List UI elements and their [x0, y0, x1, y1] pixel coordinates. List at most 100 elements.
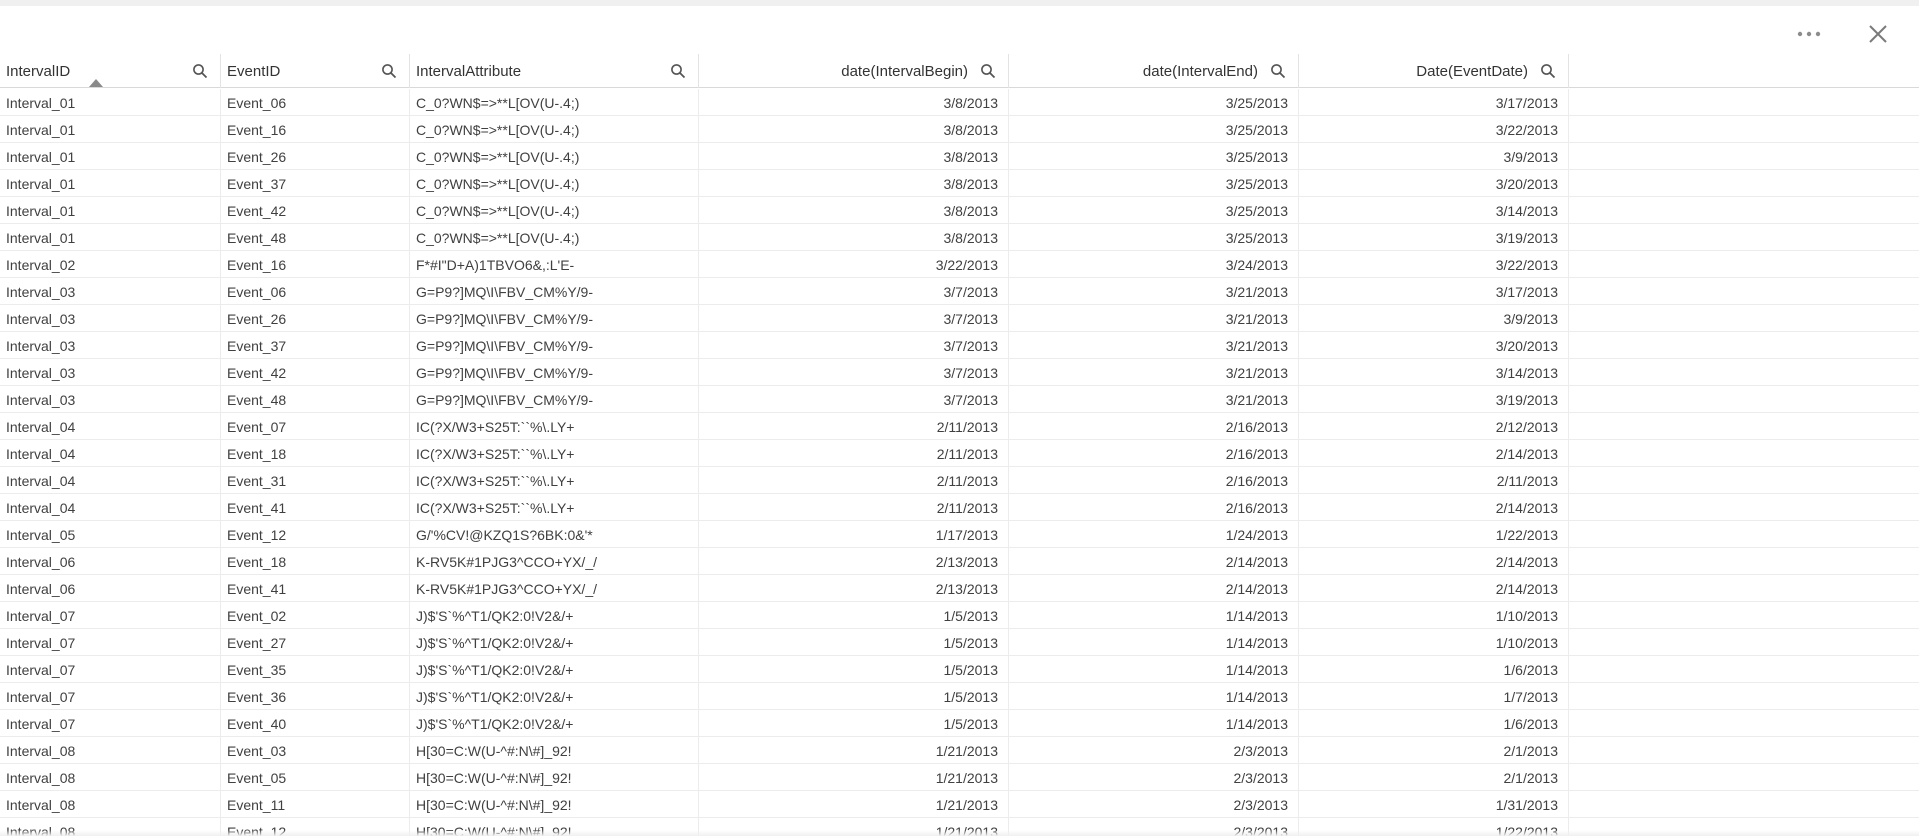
column-header-interval-begin[interactable]: date(IntervalBegin) [699, 54, 1009, 88]
search-icon[interactable] [379, 61, 399, 81]
cell-event-id[interactable]: Event_26 [221, 143, 410, 170]
cell-event-date[interactable]: 1/31/2013 [1299, 791, 1569, 818]
table-row[interactable]: Interval_08 Event_03 H[30=C:W(U-^#:N\#]_92… [0, 737, 1919, 764]
cell-event-id[interactable]: Event_03 [221, 737, 410, 764]
column-header-interval-end[interactable]: date(IntervalEnd) [1009, 54, 1299, 88]
table-row[interactable]: Interval_01 Event_26 C_0?WN$=>**L[OV(U-.4;… [0, 143, 1919, 170]
cell-interval-attribute[interactable]: K-RV5K#1PJG3^CCO+YX/_/ [410, 575, 699, 602]
cell-event-date[interactable]: 2/14/2013 [1299, 440, 1569, 467]
cell-event-date[interactable]: 3/14/2013 [1299, 197, 1569, 224]
cell-event-id[interactable]: Event_35 [221, 656, 410, 683]
cell-interval-id[interactable]: Interval_06 [0, 548, 221, 575]
cell-interval-attribute[interactable]: C_0?WN$=>**L[OV(U-.4;) [410, 224, 699, 251]
cell-event-id[interactable]: Event_27 [221, 629, 410, 656]
cell-interval-id[interactable]: Interval_07 [0, 683, 221, 710]
cell-event-id[interactable]: Event_36 [221, 683, 410, 710]
search-icon[interactable] [190, 61, 210, 81]
cell-interval-id[interactable]: Interval_01 [0, 197, 221, 224]
cell-interval-begin[interactable]: 2/11/2013 [699, 467, 1009, 494]
cell-interval-begin[interactable]: 1/21/2013 [699, 737, 1009, 764]
cell-interval-id[interactable]: Interval_01 [0, 116, 221, 143]
cell-interval-id[interactable]: Interval_04 [0, 440, 221, 467]
cell-interval-attribute[interactable]: J)$'S`%^T1/QK2:0!V2&/+ [410, 656, 699, 683]
table-row[interactable]: Interval_03 Event_06 G=P9?]MQ\I\FBV_CM%Y/9… [0, 278, 1919, 305]
cell-interval-begin[interactable]: 1/21/2013 [699, 764, 1009, 791]
cell-interval-attribute[interactable]: J)$'S`%^T1/QK2:0!V2&/+ [410, 683, 699, 710]
table-row[interactable]: Interval_03 Event_42 G=P9?]MQ\I\FBV_CM%Y/9… [0, 359, 1919, 386]
cell-event-date[interactable]: 3/17/2013 [1299, 89, 1569, 116]
table-row[interactable]: Interval_06 Event_18 K-RV5K#1PJG3^CCO+YX/_… [0, 548, 1919, 575]
cell-interval-begin[interactable]: 3/8/2013 [699, 224, 1009, 251]
cell-interval-attribute[interactable]: G=P9?]MQ\I\FBV_CM%Y/9- [410, 359, 699, 386]
cell-event-id[interactable]: Event_41 [221, 494, 410, 521]
cell-event-date[interactable]: 3/20/2013 [1299, 170, 1569, 197]
table-row[interactable]: Interval_07 Event_36 J)$'S`%^T1/QK2:0!V2&/… [0, 683, 1919, 710]
cell-interval-id[interactable]: Interval_01 [0, 224, 221, 251]
cell-interval-attribute[interactable]: F*#I"D+A)1TBVO6&,:L'E- [410, 251, 699, 278]
cell-interval-end[interactable]: 3/21/2013 [1009, 386, 1299, 413]
cell-event-date[interactable]: 3/19/2013 [1299, 386, 1569, 413]
cell-interval-begin[interactable]: 3/7/2013 [699, 332, 1009, 359]
cell-event-date[interactable]: 2/11/2013 [1299, 467, 1569, 494]
cell-interval-id[interactable]: Interval_03 [0, 359, 221, 386]
search-icon[interactable] [668, 61, 688, 81]
cell-interval-end[interactable]: 3/25/2013 [1009, 143, 1299, 170]
cell-event-date[interactable]: 1/6/2013 [1299, 710, 1569, 737]
cell-interval-begin[interactable]: 1/17/2013 [699, 521, 1009, 548]
cell-interval-end[interactable]: 2/16/2013 [1009, 413, 1299, 440]
table-row[interactable]: Interval_01 Event_42 C_0?WN$=>**L[OV(U-.4;… [0, 197, 1919, 224]
cell-interval-end[interactable]: 3/25/2013 [1009, 116, 1299, 143]
more-options-button[interactable] [1791, 22, 1827, 46]
cell-interval-begin[interactable]: 1/5/2013 [699, 629, 1009, 656]
cell-event-date[interactable]: 1/22/2013 [1299, 521, 1569, 548]
cell-interval-id[interactable]: Interval_04 [0, 494, 221, 521]
cell-event-date[interactable]: 1/7/2013 [1299, 683, 1569, 710]
table-row[interactable]: Interval_07 Event_35 J)$'S`%^T1/QK2:0!V2&/… [0, 656, 1919, 683]
cell-interval-attribute[interactable]: J)$'S`%^T1/QK2:0!V2&/+ [410, 710, 699, 737]
cell-interval-begin[interactable]: 2/13/2013 [699, 548, 1009, 575]
cell-event-id[interactable]: Event_31 [221, 467, 410, 494]
cell-interval-attribute[interactable]: H[30=C:W(U-^#:N\#]_92! [410, 791, 699, 818]
table-row[interactable]: Interval_03 Event_48 G=P9?]MQ\I\FBV_CM%Y/9… [0, 386, 1919, 413]
table-row[interactable]: Interval_02 Event_16 F*#I"D+A)1TBVO6&,:L'E… [0, 251, 1919, 278]
cell-interval-attribute[interactable]: C_0?WN$=>**L[OV(U-.4;) [410, 197, 699, 224]
cell-event-date[interactable]: 2/1/2013 [1299, 737, 1569, 764]
table-row[interactable]: Interval_07 Event_02 J)$'S`%^T1/QK2:0!V2&/… [0, 602, 1919, 629]
cell-interval-end[interactable]: 3/25/2013 [1009, 170, 1299, 197]
cell-interval-begin[interactable]: 2/11/2013 [699, 440, 1009, 467]
cell-interval-attribute[interactable]: C_0?WN$=>**L[OV(U-.4;) [410, 89, 699, 116]
cell-interval-end[interactable]: 2/14/2013 [1009, 575, 1299, 602]
cell-event-date[interactable]: 3/22/2013 [1299, 251, 1569, 278]
cell-event-date[interactable]: 1/10/2013 [1299, 629, 1569, 656]
cell-interval-end[interactable]: 3/21/2013 [1009, 332, 1299, 359]
cell-interval-attribute[interactable]: J)$'S`%^T1/QK2:0!V2&/+ [410, 602, 699, 629]
cell-event-id[interactable]: Event_02 [221, 602, 410, 629]
cell-interval-id[interactable]: Interval_05 [0, 521, 221, 548]
cell-interval-end[interactable]: 2/3/2013 [1009, 791, 1299, 818]
cell-interval-end[interactable]: 1/24/2013 [1009, 521, 1299, 548]
cell-interval-attribute[interactable]: J)$'S`%^T1/QK2:0!V2&/+ [410, 629, 699, 656]
cell-interval-id[interactable]: Interval_03 [0, 332, 221, 359]
cell-event-date[interactable]: 1/10/2013 [1299, 602, 1569, 629]
cell-interval-begin[interactable]: 1/21/2013 [699, 791, 1009, 818]
cell-interval-end[interactable]: 2/3/2013 [1009, 764, 1299, 791]
cell-interval-end[interactable]: 1/14/2013 [1009, 710, 1299, 737]
cell-event-id[interactable]: Event_42 [221, 197, 410, 224]
cell-interval-end[interactable]: 1/14/2013 [1009, 629, 1299, 656]
cell-interval-attribute[interactable]: K-RV5K#1PJG3^CCO+YX/_/ [410, 548, 699, 575]
column-header-event-id[interactable]: EventID [221, 54, 410, 88]
table-row[interactable]: Interval_07 Event_27 J)$'S`%^T1/QK2:0!V2&/… [0, 629, 1919, 656]
cell-interval-begin[interactable]: 1/5/2013 [699, 710, 1009, 737]
search-icon[interactable] [1268, 61, 1288, 81]
cell-interval-id[interactable]: Interval_03 [0, 386, 221, 413]
table-row[interactable]: Interval_03 Event_26 G=P9?]MQ\I\FBV_CM%Y/9… [0, 305, 1919, 332]
cell-interval-begin[interactable]: 3/22/2013 [699, 251, 1009, 278]
cell-event-date[interactable]: 2/12/2013 [1299, 413, 1569, 440]
cell-interval-end[interactable]: 3/21/2013 [1009, 305, 1299, 332]
cell-event-id[interactable]: Event_06 [221, 278, 410, 305]
cell-interval-id[interactable]: Interval_08 [0, 737, 221, 764]
search-icon[interactable] [978, 61, 998, 81]
cell-interval-begin[interactable]: 3/8/2013 [699, 170, 1009, 197]
cell-interval-id[interactable]: Interval_07 [0, 710, 221, 737]
cell-event-id[interactable]: Event_07 [221, 413, 410, 440]
